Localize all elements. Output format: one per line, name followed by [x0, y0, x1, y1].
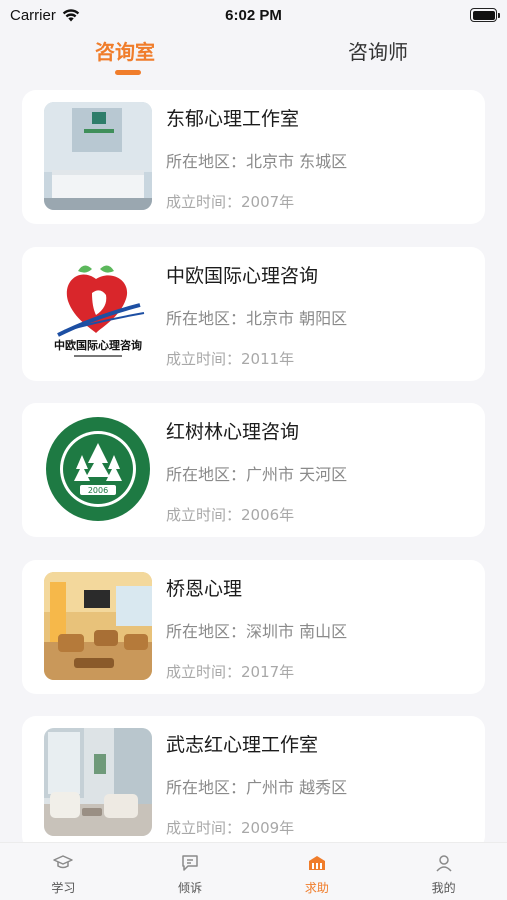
room-region: 所在地区：深圳市 南山区: [166, 622, 348, 641]
list-item[interactable]: 武志红心理工作室 所在地区：广州市 越秀区 成立时间：2009年: [22, 716, 485, 850]
office-reception-photo: [44, 102, 152, 210]
status-left: Carrier: [10, 7, 80, 24]
nav-item-study[interactable]: 学习: [0, 843, 127, 900]
nav-label: 倾诉: [178, 881, 203, 895]
tab-counseling-rooms[interactable]: 咨询室: [95, 36, 155, 65]
room-name: 东郁心理工作室: [166, 108, 300, 130]
svg-text:中欧国际心理咨询: 中欧国际心理咨询: [54, 338, 142, 352]
carrier-label: Carrier: [10, 6, 56, 24]
status-bar: Carrier 6:02 PM: [0, 0, 507, 30]
list-item[interactable]: 2006 红树林心理咨询 所在地区：广州市 天河区 成立时间：2006年: [22, 403, 485, 537]
green-seal-logo: 2006: [44, 415, 152, 523]
nav-label: 求助: [304, 881, 329, 895]
nav-item-confide[interactable]: 倾诉: [127, 843, 254, 900]
heart-apple-logo: 中欧国际心理咨询: [44, 259, 152, 367]
room-founded: 成立时间：2009年: [166, 819, 295, 837]
list-item[interactable]: 东郁心理工作室 所在地区：北京市 东城区 成立时间：2007年: [22, 90, 485, 224]
room-founded: 成立时间：2006年: [166, 506, 295, 524]
room-founded: 成立时间：2017年: [166, 663, 295, 681]
person-icon: [436, 855, 452, 872]
room-name: 武志红心理工作室: [166, 734, 319, 756]
tab-active-indicator: [115, 70, 141, 75]
room-founded: 成立时间：2007年: [166, 193, 295, 211]
room-photo: [44, 728, 152, 836]
list-item[interactable]: 中欧国际心理咨询 中欧国际心理咨询 所在地区：北京市 朝阳区 成立时间：2011…: [22, 247, 485, 381]
svg-text:2006: 2006: [88, 486, 108, 495]
room-region: 所在地区：北京市 朝阳区: [166, 309, 348, 328]
chat-bubble-icon: [182, 855, 198, 871]
nav-item-help[interactable]: 求助: [254, 843, 381, 900]
bottom-nav: 学习 倾诉 求助 我的: [0, 842, 507, 900]
nav-label: 我的: [431, 881, 456, 895]
nav-item-mine[interactable]: 我的: [380, 843, 507, 900]
nav-label: 学习: [51, 881, 76, 895]
graduation-cap-icon: [53, 855, 74, 869]
top-tabs: 咨询室 咨询师: [0, 36, 507, 80]
room-name: 中欧国际心理咨询: [166, 265, 319, 287]
room-name: 红树林心理咨询: [166, 421, 300, 443]
room-name: 桥恩心理: [166, 578, 243, 600]
list-item[interactable]: 桥恩心理 所在地区：深圳市 南山区 成立时间：2017年: [22, 560, 485, 694]
room-region: 所在地区：广州市 天河区: [166, 465, 348, 484]
battery-icon: [470, 8, 500, 22]
lounge-photo: [44, 572, 152, 680]
room-region: 所在地区：广州市 越秀区: [166, 778, 348, 797]
room-region: 所在地区：北京市 东城区: [166, 152, 348, 171]
wifi-icon: [62, 8, 80, 21]
room-founded: 成立时间：2011年: [166, 350, 295, 368]
tab-counselors[interactable]: 咨询师: [348, 36, 408, 65]
building-icon: [308, 856, 325, 870]
